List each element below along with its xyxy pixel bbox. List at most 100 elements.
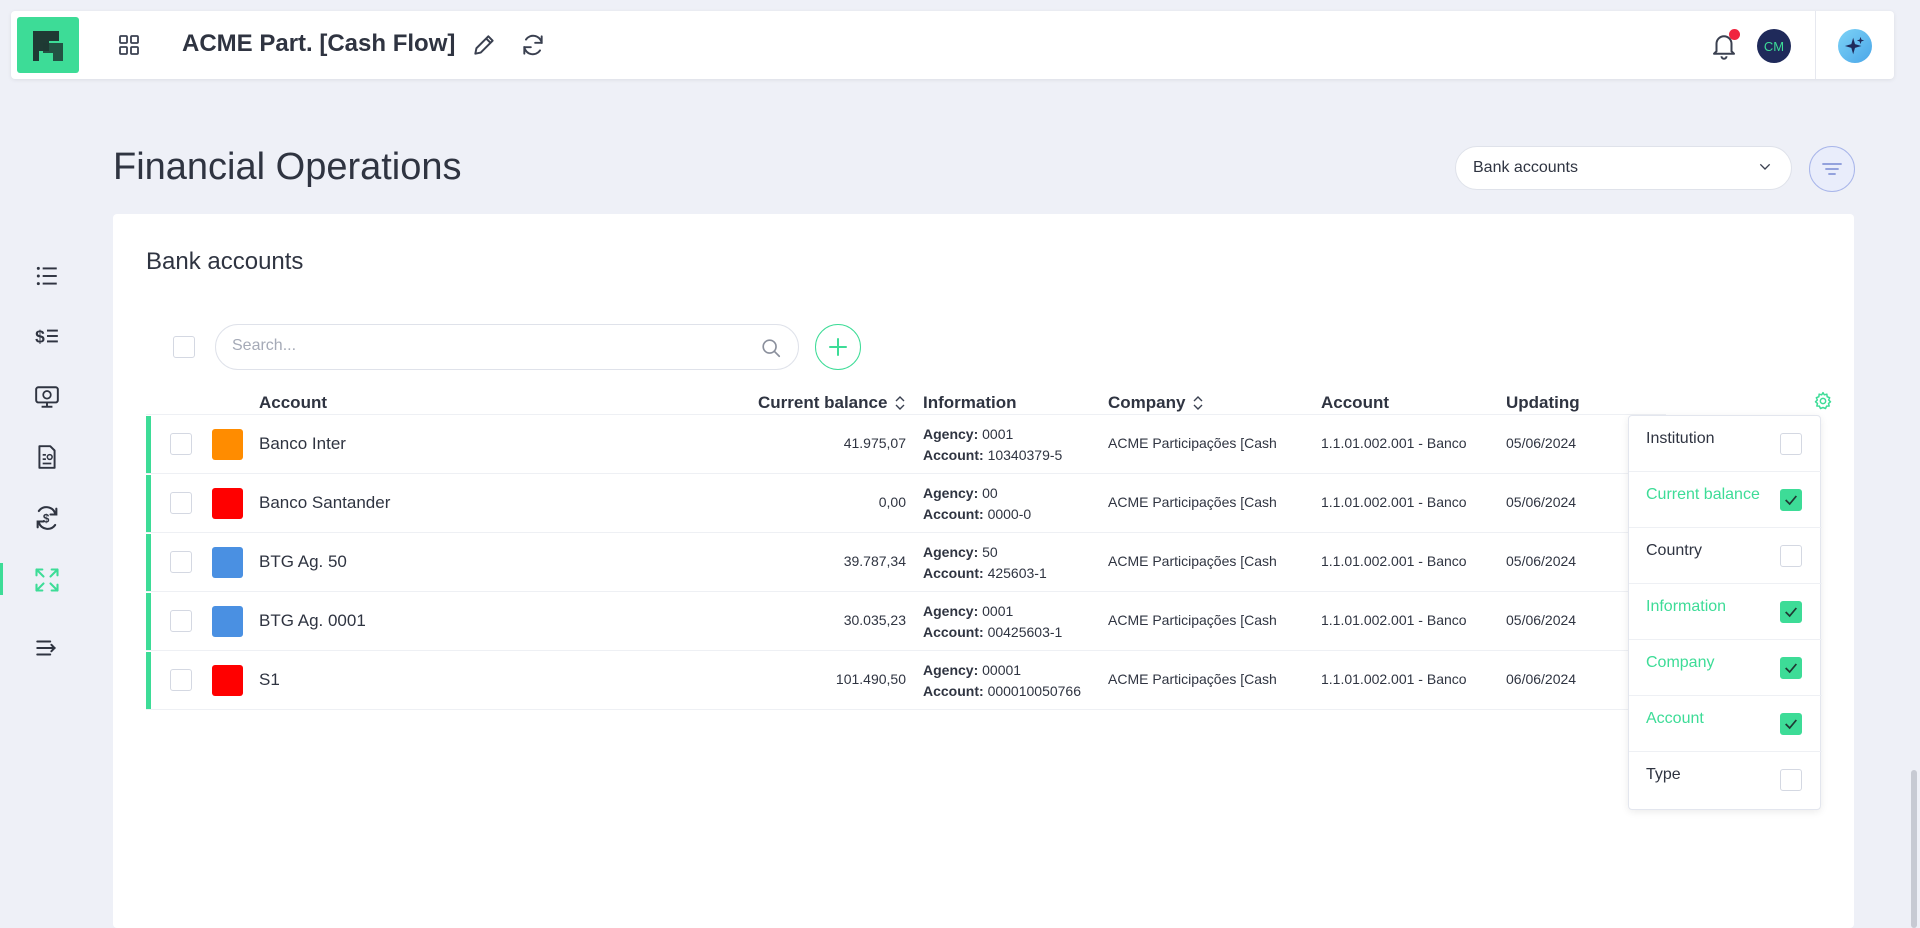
column-option-company[interactable]: Company xyxy=(1629,640,1822,696)
sidebar-item-list[interactable] xyxy=(30,259,64,293)
user-avatar[interactable]: CM xyxy=(1757,29,1791,63)
search-box xyxy=(215,324,799,370)
column-header-company[interactable]: Company xyxy=(1108,393,1203,413)
column-header-current-balance[interactable]: Current balance xyxy=(758,393,905,413)
account-color-swatch xyxy=(212,429,243,460)
agency-label: Agency: xyxy=(923,662,979,678)
table-row[interactable]: Banco Inter 41.975,07 Agency: 0001 Accou… xyxy=(146,414,1666,473)
column-header-label: Current balance xyxy=(758,393,888,412)
column-option-checkbox[interactable] xyxy=(1780,713,1802,735)
sidebar-item-expand[interactable] xyxy=(30,563,64,597)
sidebar-item-collapse[interactable] xyxy=(30,631,64,665)
table-row[interactable]: Banco Santander 0,00 Agency: 00 Account:… xyxy=(146,473,1666,532)
company-name: ACME Participações [Cash xyxy=(1108,553,1277,569)
account-color-swatch xyxy=(212,488,243,519)
table-row[interactable]: BTG Ag. 0001 30.035,23 Agency: 0001 Acco… xyxy=(146,591,1666,650)
updated-date: 05/06/2024 xyxy=(1506,494,1577,510)
sidebar-item-exchange[interactable]: $ xyxy=(30,501,64,535)
column-option-current-balance[interactable]: Current balance xyxy=(1629,472,1822,528)
app-title: ACME Part. [Cash Flow] xyxy=(182,30,456,57)
account-color-swatch xyxy=(212,665,243,696)
filter-button[interactable] xyxy=(1809,146,1855,192)
account-name[interactable]: Banco Santander xyxy=(259,493,390,513)
table-row[interactable]: S1 101.490,50 Agency: 00001 Account: 000… xyxy=(146,650,1666,709)
current-balance: 30.035,23 xyxy=(843,612,906,628)
table-row[interactable]: BTG Ag. 50 39.787,34 Agency: 50 Account:… xyxy=(146,532,1666,591)
column-option-checkbox[interactable] xyxy=(1780,601,1802,623)
agency-value: 50 xyxy=(982,544,998,560)
sort-icon xyxy=(1193,396,1203,410)
check-icon xyxy=(1785,607,1797,618)
sort-icon xyxy=(895,396,905,410)
add-account-button[interactable] xyxy=(815,324,861,370)
column-header-label: Updating xyxy=(1506,393,1580,412)
account-name[interactable]: S1 xyxy=(259,670,280,690)
agency-value: 0001 xyxy=(982,603,1014,619)
row-checkbox[interactable] xyxy=(170,433,192,455)
column-header-information[interactable]: Information xyxy=(923,393,1017,413)
updated-date: 06/06/2024 xyxy=(1506,671,1577,687)
account-label: Account: xyxy=(923,565,984,581)
edit-title-button[interactable] xyxy=(471,32,497,58)
account-color-swatch xyxy=(212,547,243,578)
account-name[interactable]: BTG Ag. 50 xyxy=(259,552,347,572)
search-input[interactable] xyxy=(232,337,752,355)
column-option-checkbox[interactable] xyxy=(1780,769,1802,791)
column-header-updating[interactable]: Updating xyxy=(1506,393,1580,413)
row-checkbox[interactable] xyxy=(170,669,192,691)
column-option-label: Type xyxy=(1646,766,1681,783)
column-option-label: Company xyxy=(1646,654,1715,671)
column-option-checkbox[interactable] xyxy=(1780,545,1802,567)
company-name: ACME Participações [Cash xyxy=(1108,494,1277,510)
column-option-label: Institution xyxy=(1646,430,1715,447)
view-select[interactable]: Bank accounts xyxy=(1455,146,1792,190)
exchange-dollar-icon: $ xyxy=(36,506,58,530)
agency-value: 00001 xyxy=(982,662,1022,678)
sidebar-item-reports[interactable] xyxy=(30,440,64,474)
select-all-checkbox[interactable] xyxy=(173,336,195,358)
agency-value: 00 xyxy=(982,485,998,501)
column-option-checkbox[interactable] xyxy=(1780,489,1802,511)
column-settings-gear-icon[interactable] xyxy=(1813,391,1833,411)
ai-assistant-button[interactable] xyxy=(1838,29,1872,63)
column-option-account[interactable]: Account xyxy=(1629,696,1822,752)
scrollbar-thumb[interactable] xyxy=(1911,770,1917,928)
row-checkbox[interactable] xyxy=(170,492,192,514)
row-accent-bar xyxy=(146,534,151,591)
column-option-checkbox[interactable] xyxy=(1780,433,1802,455)
row-checkbox[interactable] xyxy=(170,610,192,632)
account-information: Agency: 50 Account: 425603-1 xyxy=(923,542,1047,584)
refresh-button[interactable] xyxy=(520,32,546,58)
column-option-checkbox[interactable] xyxy=(1780,657,1802,679)
account-color-swatch xyxy=(212,606,243,637)
sidebar-item-dashboard[interactable] xyxy=(30,380,64,414)
search-icon[interactable] xyxy=(760,337,782,359)
column-option-type[interactable]: Type xyxy=(1629,752,1822,808)
row-checkbox[interactable] xyxy=(170,551,192,573)
filter-icon xyxy=(1822,163,1842,175)
logo-icon xyxy=(33,31,63,61)
monitor-dollar-icon xyxy=(35,386,59,408)
account-information: Agency: 0001 Account: 10340379-5 xyxy=(923,424,1062,466)
bank-accounts-card: Bank accounts Account Current balance In… xyxy=(113,214,1854,928)
account-name[interactable]: Banco Inter xyxy=(259,434,346,454)
agency-label: Agency: xyxy=(923,485,979,501)
account-name[interactable]: BTG Ag. 0001 xyxy=(259,611,366,631)
account-number: 0000-0 xyxy=(987,506,1032,522)
sidebar-item-transactions[interactable]: $ xyxy=(30,319,64,353)
company-name: ACME Participações [Cash xyxy=(1108,612,1277,628)
column-header-ledger-account[interactable]: Account xyxy=(1321,393,1389,413)
updated-date: 05/06/2024 xyxy=(1506,553,1577,569)
collapse-menu-icon xyxy=(36,640,56,656)
page-title: Financial Operations xyxy=(113,146,462,188)
app-logo[interactable] xyxy=(17,17,79,73)
column-option-country[interactable]: Country xyxy=(1629,528,1822,584)
check-icon xyxy=(1785,495,1797,506)
updated-date: 05/06/2024 xyxy=(1506,612,1577,628)
check-icon xyxy=(1785,663,1797,674)
apps-grid-button[interactable] xyxy=(117,33,141,57)
chevron-down-icon xyxy=(1759,163,1771,170)
column-header-account[interactable]: Account xyxy=(259,393,327,413)
column-option-institution[interactable]: Institution xyxy=(1629,416,1822,472)
column-option-information[interactable]: Information xyxy=(1629,584,1822,640)
